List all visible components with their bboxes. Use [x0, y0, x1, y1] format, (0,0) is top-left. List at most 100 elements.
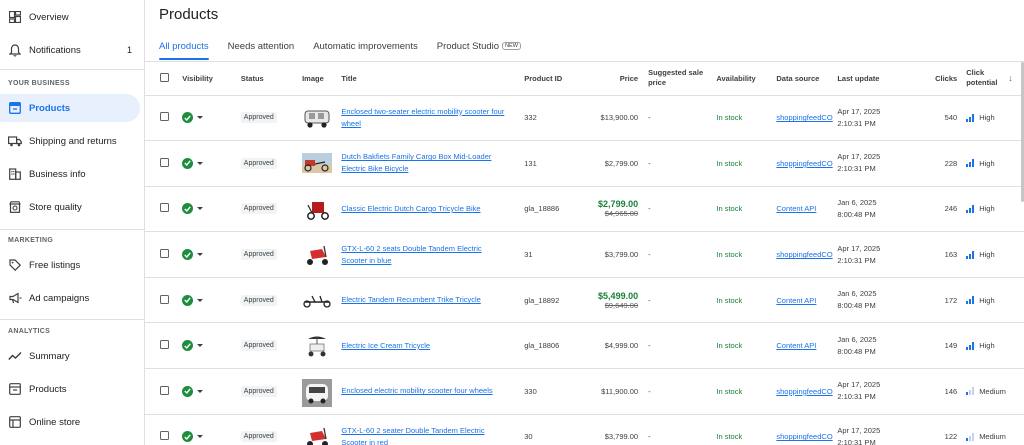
table-row[interactable]: Approved Electric Ice Cream Tricycle gla…	[145, 322, 1024, 370]
data-source-link[interactable]: shoppingfeedCO	[776, 387, 832, 396]
data-source-link[interactable]: shoppingfeedCO	[776, 432, 832, 441]
check-circle-icon	[182, 112, 194, 124]
dashboard-icon	[8, 10, 22, 24]
table-row[interactable]: Approved Classic Electric Dutch Cargo Tr…	[145, 186, 1024, 233]
product-title-link[interactable]: Enclosed two-seater electric mobility sc…	[341, 106, 506, 130]
sidebar-item-online-store[interactable]: Online store	[0, 408, 140, 436]
visibility-dropdown[interactable]	[182, 431, 232, 443]
sidebar-item-analytics-products[interactable]: Products	[0, 375, 140, 403]
table-row[interactable]: Approved Enclosed electric mobility scoo…	[145, 368, 1024, 415]
signal-bars-icon	[966, 204, 975, 213]
product-thumbnail[interactable]	[302, 243, 332, 267]
product-thumbnail[interactable]	[302, 425, 332, 445]
price: $2,799.00	[604, 158, 639, 168]
data-source-link[interactable]: Content API	[776, 341, 816, 350]
select-all-checkbox[interactable]	[160, 72, 169, 82]
product-title-link[interactable]: Dutch Bakfiets Family Cargo Box Mid-Load…	[341, 151, 506, 175]
sale-price: $5,499.00	[598, 290, 639, 301]
data-source-link[interactable]: Content API	[776, 204, 816, 213]
tab-automatic-improvements[interactable]: Automatic improvements	[305, 35, 426, 57]
product-title-link[interactable]: Electric Tandem Recumbent Trike Tricycle	[341, 294, 506, 306]
product-thumbnail[interactable]	[302, 197, 332, 221]
visibility-dropdown[interactable]	[182, 385, 232, 397]
sidebar-item-summary[interactable]: Summary	[0, 342, 140, 370]
sidebar-item-shipping[interactable]: Shipping and returns	[0, 127, 140, 155]
price-cell: $11,900.00	[588, 368, 645, 415]
sidebar-item-overview[interactable]: Overview	[0, 3, 140, 31]
row-checkbox[interactable]	[160, 203, 169, 213]
row-checkbox[interactable]	[160, 112, 169, 122]
page-title: Products	[159, 6, 219, 23]
col-title[interactable]: Title	[341, 62, 525, 96]
sidebar-item-business-info[interactable]: Business info	[0, 160, 140, 188]
product-thumbnail[interactable]	[302, 106, 332, 130]
col-visibility[interactable]: Visibility	[182, 62, 232, 96]
col-price[interactable]: Price	[588, 62, 645, 96]
row-checkbox[interactable]	[160, 431, 169, 441]
price: $9,649.00	[604, 300, 639, 310]
row-checkbox[interactable]	[160, 385, 169, 395]
col-clicks[interactable]: Clicks	[928, 62, 958, 96]
visibility-dropdown[interactable]	[182, 294, 232, 306]
col-availability[interactable]: Availability	[714, 62, 777, 96]
update-time: 2:10:31 PM	[837, 437, 876, 445]
tab-product-studio[interactable]: Product Studio NEW	[429, 35, 529, 57]
product-title-link[interactable]: GTX-L-60 2 seater Double Tandem Electric…	[341, 425, 506, 445]
divider	[0, 69, 144, 70]
col-product-id[interactable]: Product ID	[524, 62, 589, 96]
table-row[interactable]: Approved Electric Tandem Recumbent Trike…	[145, 277, 1024, 324]
clicks: 540	[928, 95, 958, 142]
signal-bars-icon	[966, 250, 975, 259]
row-checkbox[interactable]	[160, 294, 169, 304]
product-thumbnail[interactable]	[302, 151, 333, 175]
update-time: 2:10:31 PM	[837, 164, 876, 174]
truck-icon	[8, 134, 22, 148]
visibility-dropdown[interactable]	[182, 112, 232, 124]
click-potential: High	[966, 204, 1019, 213]
visibility-dropdown[interactable]	[182, 340, 232, 352]
tab-all-products[interactable]: All products	[151, 35, 217, 60]
data-source-link[interactable]: shoppingfeedCO	[776, 159, 832, 168]
sidebar-item-free-listings[interactable]: Free listings	[0, 251, 140, 279]
visibility-dropdown[interactable]	[182, 157, 232, 169]
tab-bar: All products Needs attention Automatic i…	[151, 35, 532, 60]
row-checkbox[interactable]	[160, 249, 169, 259]
data-source-link[interactable]: shoppingfeedCO	[776, 113, 832, 122]
sidebar-item-label: Products	[29, 383, 67, 395]
sidebar-item-products[interactable]: Products	[0, 94, 140, 122]
status-badge: Approved	[240, 340, 277, 352]
col-click-potential[interactable]: Click potential	[966, 68, 1002, 88]
product-title-link[interactable]: GTX-L-60 2 seats Double Tandem Electric …	[341, 243, 506, 267]
sort-arrow-icon[interactable]: ↓	[1008, 73, 1013, 83]
update-date: Apr 17, 2025	[837, 243, 881, 253]
table-row[interactable]: Approved GTX-L-60 2 seater Double Tandem…	[145, 414, 1024, 445]
col-status[interactable]: Status	[231, 62, 303, 96]
product-title-link[interactable]: Enclosed electric mobility scooter four …	[341, 385, 506, 397]
trend-icon	[8, 349, 22, 363]
row-checkbox[interactable]	[160, 157, 169, 167]
col-image: Image	[302, 62, 342, 96]
data-source-link[interactable]: shoppingfeedCO	[776, 250, 832, 259]
visibility-dropdown[interactable]	[182, 203, 232, 215]
product-thumbnail[interactable]	[302, 288, 332, 312]
product-thumbnail[interactable]	[302, 334, 332, 358]
visibility-dropdown[interactable]	[182, 249, 232, 261]
product-title-link[interactable]: Electric Ice Cream Tricycle	[341, 340, 506, 352]
sidebar: Overview Notifications 1 YOUR BUSINESS P…	[0, 0, 145, 445]
col-data-source[interactable]: Data source	[776, 62, 838, 96]
col-last-update[interactable]: Last update	[837, 62, 929, 96]
row-checkbox[interactable]	[160, 340, 169, 350]
tab-needs-attention[interactable]: Needs attention	[220, 35, 303, 57]
table-row[interactable]: Approved Dutch Bakfiets Family Cargo Box…	[145, 140, 1024, 187]
sidebar-item-ad-campaigns[interactable]: Ad campaigns	[0, 284, 140, 312]
sidebar-item-store-quality[interactable]: Store quality	[0, 193, 140, 221]
col-suggested-price[interactable]: Suggested sale price	[644, 62, 715, 96]
signal-bars-icon	[966, 159, 975, 168]
caret-down-icon	[197, 298, 204, 302]
table-row[interactable]: Approved GTX-L-60 2 seats Double Tandem …	[145, 231, 1024, 278]
table-row[interactable]: Approved Enclosed two-seater electric mo…	[145, 95, 1024, 142]
data-source-link[interactable]: Content API	[776, 296, 816, 305]
product-thumbnail[interactable]	[302, 379, 333, 408]
sidebar-item-notifications[interactable]: Notifications 1	[0, 36, 140, 64]
product-title-link[interactable]: Classic Electric Dutch Cargo Tricycle Bi…	[341, 203, 506, 215]
